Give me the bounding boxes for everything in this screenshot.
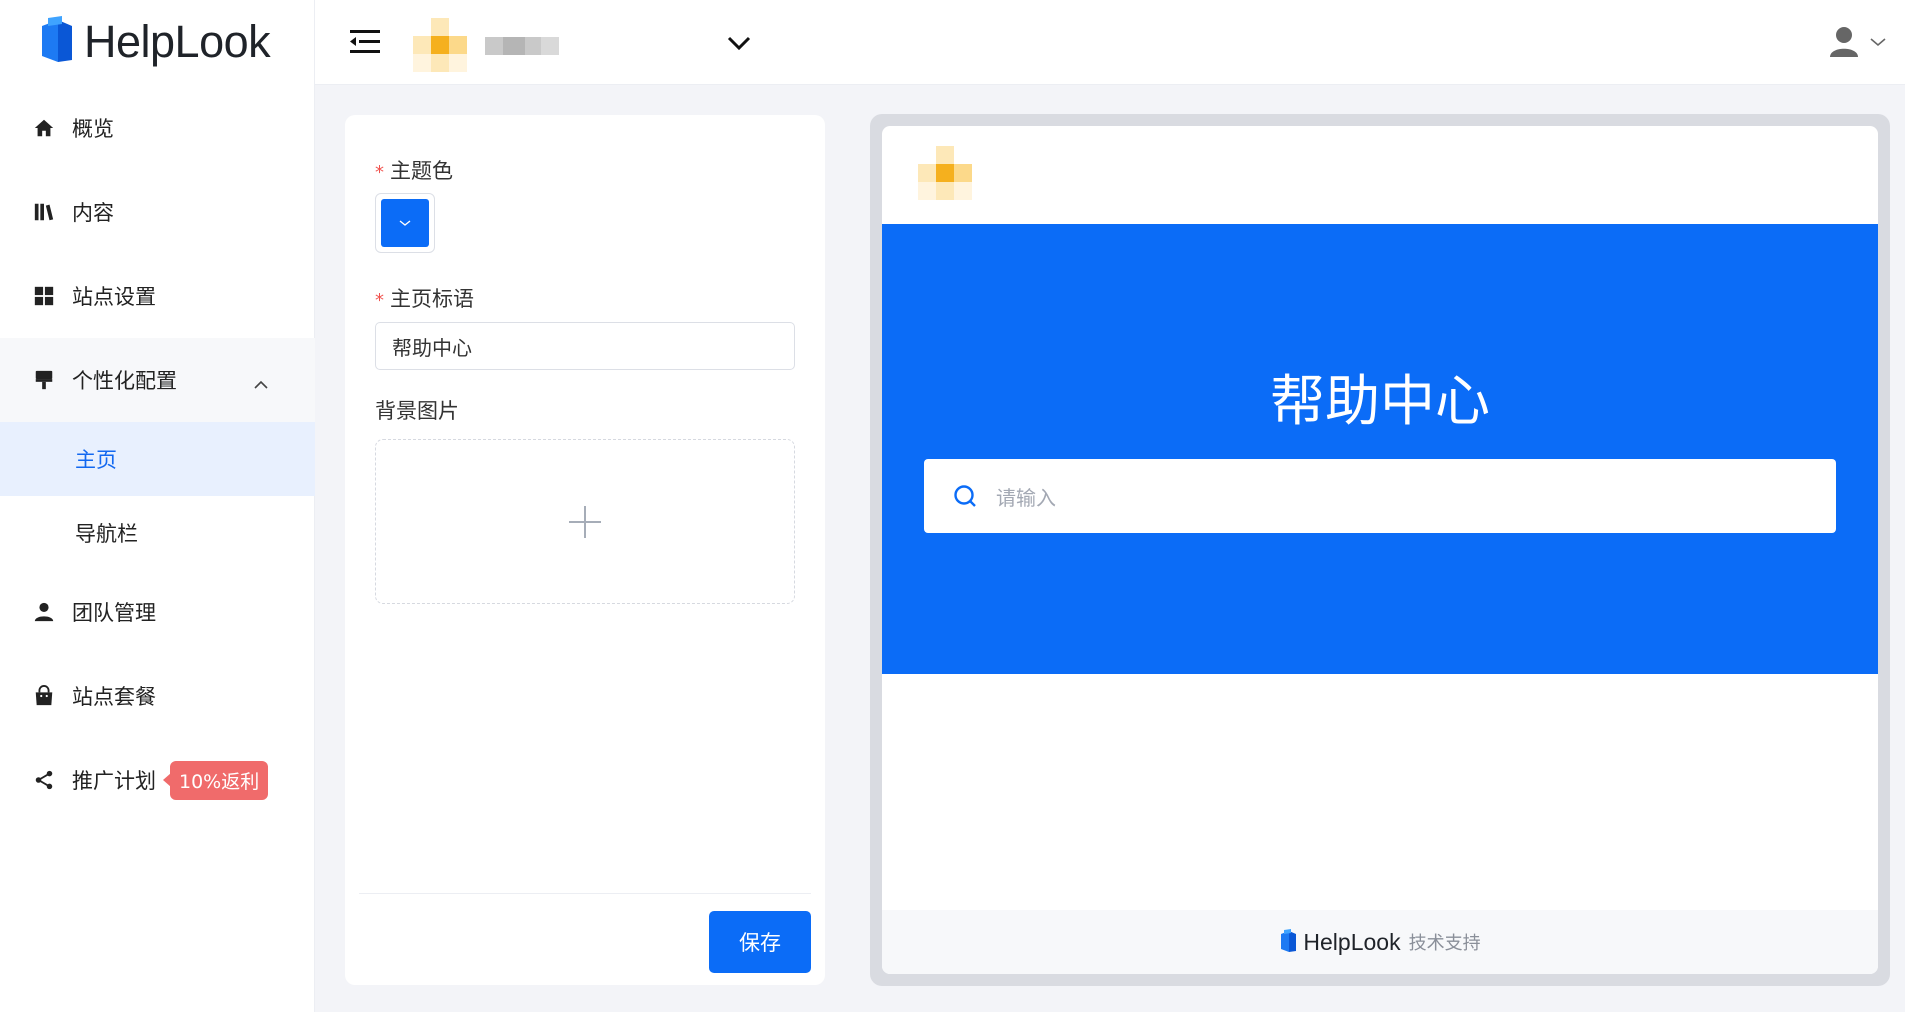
site-logo[interactable] [413,18,469,74]
preview-header [882,126,1878,224]
plus-icon [569,505,601,538]
sidebar-item-label: 个性化配置 [72,369,177,393]
home-icon [32,116,56,140]
topbar [315,0,1905,85]
sidebar-nav: 概览 内容 站点设置 个性化配置 主页 导航栏 团队管理 站点套餐 推广计划 1… [0,86,315,822]
preview-search-placeholder: 请输入 [996,485,1056,510]
preview-hero: 帮助中心 请输入 [882,224,1878,674]
sidebar-item-overview[interactable]: 概览 [0,86,315,170]
chevron-down-icon [399,220,411,226]
chevron-up-icon[interactable] [253,371,269,395]
sidebar-item-label: 概览 [72,117,114,141]
background-image-uploader[interactable] [375,439,795,604]
theme-color-picker[interactable] [375,193,435,253]
helplook-logo[interactable]: HelpLook [38,12,271,72]
footer-brand-name: HelpLook [1303,928,1401,955]
footer-tech-support: 技术支持 [1408,933,1481,954]
paint-brush-icon [32,368,56,392]
preview-footer: HelpLook 技术支持 [882,910,1878,974]
sidebar-item-label: 站点套餐 [72,685,156,709]
theme-color-swatch [381,199,429,247]
site-name-blurred [485,37,565,57]
sidebar-subitem-homepage[interactable]: 主页 [0,422,315,496]
sidebar-item-plans[interactable]: 站点套餐 [0,654,315,738]
chevron-down-icon [1870,38,1886,47]
homepage-settings-form: * 主题色 * 主页标语 帮助中心 背景图片 保存 [345,115,825,985]
homepage-preview: 帮助中心 请输入 HelpLook 技术支持 [870,114,1890,986]
preview-page: 帮助中心 请输入 HelpLook 技术支持 [882,126,1878,974]
sidebar-item-label: 内容 [72,201,114,225]
preview-site-logo [918,146,972,200]
rebate-badge: 10%返利 [170,760,269,800]
user-menu[interactable] [1829,26,1887,58]
menu-fold-icon[interactable] [349,28,381,56]
sidebar-item-label: 推广计划 [72,769,156,793]
sidebar-item-site-settings[interactable]: 站点设置 [0,254,315,338]
homepage-slogan-input[interactable]: 帮助中心 [375,322,795,370]
sidebar-subitem-navbar[interactable]: 导航栏 [0,496,315,570]
helplook-logo-icon [42,16,72,62]
avatar-icon [1830,27,1858,57]
user-icon [32,600,56,624]
sidebar-item-label: 团队管理 [72,601,156,625]
preview-search-bar: 请输入 [924,459,1836,533]
sidebar-item-label: 站点设置 [72,285,156,309]
book-icon [32,200,56,224]
search-icon [954,485,976,507]
sidebar-item-referral[interactable]: 推广计划 10%返利 [0,738,315,822]
divider [359,893,811,894]
background-image-label: 背景图片 [375,399,459,423]
grid-icon [32,284,56,308]
sidebar: HelpLook 概览 内容 站点设置 个性化配置 主页 导航栏 团队管理 站点… [0,0,315,1012]
brand-name: HelpLook [84,16,271,67]
theme-color-label: * 主题色 [375,159,453,183]
save-button[interactable]: 保存 [709,911,811,973]
chevron-down-icon[interactable] [723,31,755,55]
sidebar-item-personalization[interactable]: 个性化配置 [0,338,315,422]
shopping-bag-icon [32,684,56,708]
share-icon [32,768,56,792]
helplook-logo-icon [1281,929,1297,952]
sidebar-item-team[interactable]: 团队管理 [0,570,315,654]
preview-hero-title: 帮助中心 [1269,369,1490,433]
sidebar-item-content[interactable]: 内容 [0,170,315,254]
homepage-slogan-label: * 主页标语 [375,287,474,311]
